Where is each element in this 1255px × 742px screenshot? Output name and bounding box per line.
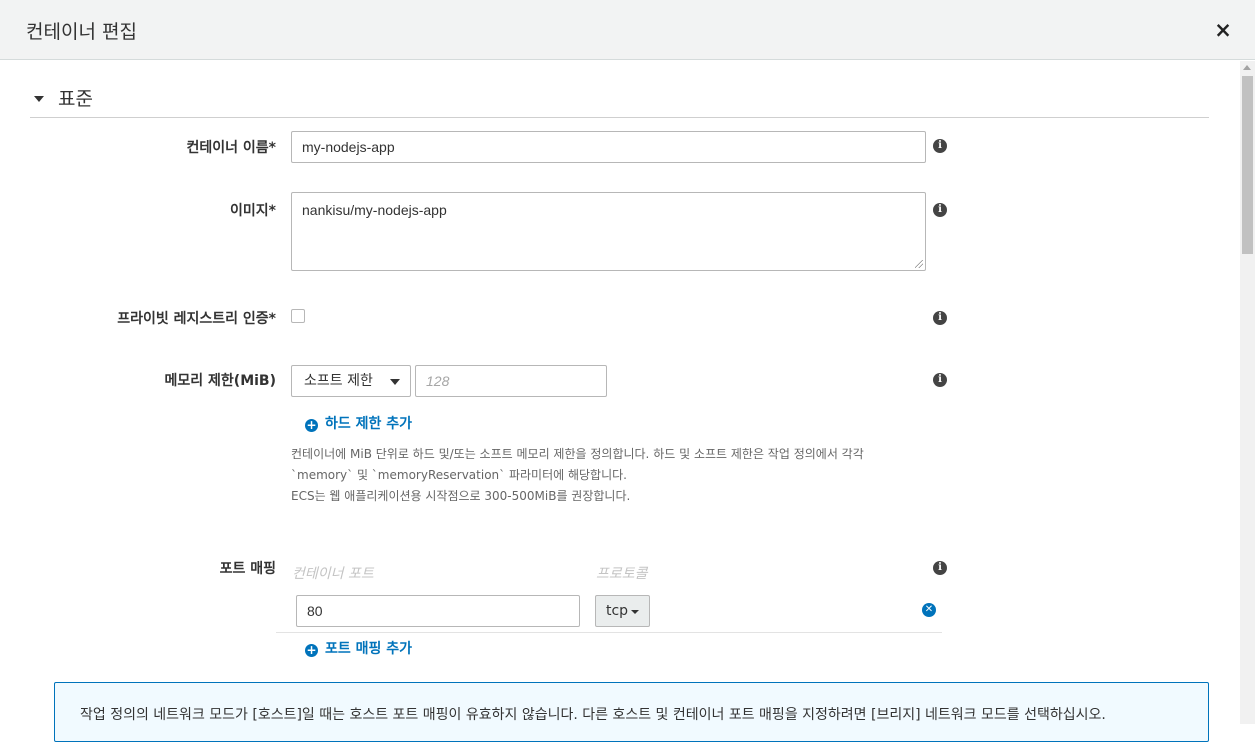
- close-icon[interactable]: ×: [1213, 20, 1233, 41]
- info-icon[interactable]: i: [933, 203, 947, 217]
- scroll-up-arrow-icon[interactable]: [1243, 65, 1251, 70]
- memory-limit-input[interactable]: 128: [415, 365, 607, 397]
- info-icon[interactable]: i: [933, 139, 947, 153]
- network-mode-alert: 작업 정의의 네트워크 모드가 [호스트]일 때는 호스트 포트 매핑이 유효하…: [54, 682, 1209, 742]
- section-title: 표준: [58, 88, 93, 110]
- info-icon[interactable]: i: [933, 373, 947, 387]
- container-port-column-header: 컨테이너 포트: [292, 566, 374, 582]
- modal-title: 컨테이너 편집: [26, 21, 137, 43]
- add-port-mapping-link[interactable]: + 포트 매핑 추가: [305, 638, 412, 658]
- plus-circle-icon: +: [305, 418, 318, 432]
- memory-limit-type-value: 소프트 제한: [304, 373, 373, 389]
- add-port-mapping-label: 포트 매핑 추가: [325, 641, 413, 657]
- divider: [276, 632, 942, 633]
- scrollbar[interactable]: [1240, 61, 1255, 724]
- image-label: 이미지*: [230, 203, 276, 219]
- container-port-input[interactable]: 80: [296, 595, 580, 627]
- memory-limit-placeholder: 128: [426, 373, 450, 389]
- image-value: nankisu/my-nodejs-app: [302, 202, 447, 218]
- private-registry-checkbox[interactable]: [291, 309, 305, 323]
- remove-circle-icon[interactable]: ✕: [922, 603, 936, 617]
- alert-text: 작업 정의의 네트워크 모드가 [호스트]일 때는 호스트 포트 매핑이 유효하…: [80, 707, 1106, 723]
- chevron-down-icon: [390, 379, 400, 385]
- memory-help-line: 컨테이너에 MiB 단위로 하드 및/또는 소프트 메모리 제한을 정의합니다.…: [291, 447, 864, 461]
- info-icon[interactable]: i: [933, 311, 947, 325]
- image-textarea[interactable]: nankisu/my-nodejs-app: [291, 192, 926, 271]
- info-icon[interactable]: i: [933, 561, 947, 575]
- resize-grip-icon[interactable]: [915, 260, 923, 268]
- add-hard-limit-label: 하드 제한 추가: [325, 416, 413, 432]
- modal-header: 컨테이너 편집 ×: [0, 0, 1255, 60]
- port-mapping-label: 포트 매핑: [219, 561, 276, 577]
- plus-circle-icon: +: [305, 643, 318, 657]
- container-name-label: 컨테이너 이름*: [186, 140, 276, 156]
- protocol-value: tcp: [606, 603, 629, 619]
- add-hard-limit-link[interactable]: + 하드 제한 추가: [305, 413, 412, 433]
- section-standard-header[interactable]: 표준: [30, 84, 1209, 118]
- private-registry-label: 프라이빗 레지스트리 인증*: [117, 311, 276, 327]
- container-name-input[interactable]: my-nodejs-app: [291, 131, 926, 163]
- memory-help-text: 컨테이너에 MiB 단위로 하드 및/또는 소프트 메모리 제한을 정의합니다.…: [291, 444, 864, 507]
- collapse-caret-icon[interactable]: [34, 96, 44, 102]
- memory-help-line: `memory` 및 `memoryReservation` 파라미터에 해당합…: [291, 468, 627, 482]
- chevron-down-icon: [631, 610, 639, 614]
- protocol-column-header: 프로토콜: [596, 566, 648, 582]
- memory-limit-label: 메모리 제한(MiB): [164, 373, 276, 389]
- scroll-thumb[interactable]: [1242, 76, 1253, 254]
- protocol-dropdown-button[interactable]: tcp: [595, 595, 650, 627]
- memory-limit-type-select[interactable]: 소프트 제한: [291, 365, 411, 397]
- memory-help-line: ECS는 웹 애플리케이션용 시작점으로 300-500MiB를 권장합니다.: [291, 489, 631, 503]
